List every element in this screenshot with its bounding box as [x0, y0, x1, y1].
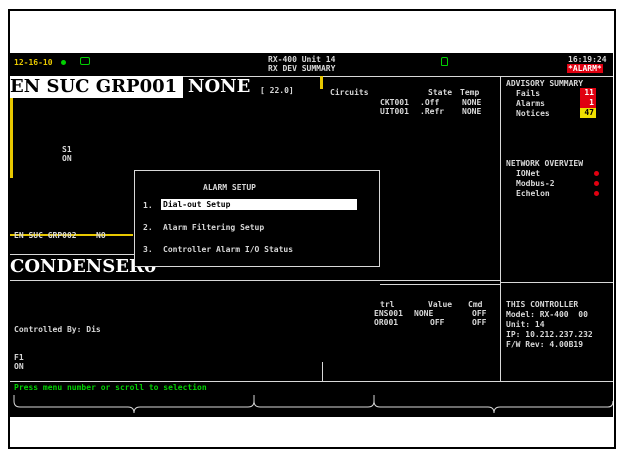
header-date: 12-16-10 — [14, 58, 53, 67]
network-title: NETWORK OVERVIEW — [506, 159, 584, 168]
s1-label[interactable]: S1 — [62, 145, 72, 154]
status-bar-text: Press menu number or scroll to selection — [14, 383, 207, 392]
condenser-header-trl: trl — [380, 300, 395, 309]
dialog-option-label: Dial-out Setup — [163, 200, 231, 209]
controller-unit: Unit: 14 — [506, 320, 545, 329]
controller-ip: IP: 10.212.237.232 — [506, 330, 593, 339]
status-dot-icon — [61, 60, 66, 65]
group2-suffix: NO — [96, 231, 106, 240]
monitor-icon — [80, 57, 90, 65]
condenser-controlled-by: Controlled By: Dis — [14, 325, 101, 334]
advisory-count-badge[interactable]: 47 — [580, 108, 596, 118]
dialog-option-number[interactable]: 1. — [143, 201, 153, 210]
dialog-title: ALARM SETUP — [203, 183, 256, 192]
condenser-bottom-divider — [10, 280, 500, 281]
circuit-temp: NONE — [462, 98, 482, 107]
advisory-count-badge[interactable]: 1 — [580, 98, 596, 108]
controller-model: Model: RX-400 00 — [506, 310, 588, 319]
softkey-outlines — [13, 395, 613, 414]
dialog-option-label[interactable]: Controller Alarm I/O Status — [163, 245, 293, 254]
network-status-dot-icon — [594, 191, 599, 196]
bottom-vertical-divider — [322, 362, 323, 382]
condenser-row-cmd: OFF — [472, 318, 487, 327]
controller-fw: F/W Rev: 4.00B19 — [506, 340, 584, 349]
advisory-label[interactable]: Notices — [516, 109, 550, 118]
header-screen-name: RX DEV SUMMARY — [268, 64, 336, 73]
circuits-header-temp: Temp — [460, 88, 480, 97]
network-item[interactable]: Echelon — [516, 189, 550, 198]
condenser-header-value: Value — [428, 300, 453, 309]
group-name: EN SUC GRP001 — [10, 76, 178, 97]
header-time: 16:19:24 — [568, 55, 607, 64]
circuit-temp: NONE — [462, 107, 482, 116]
alarm-indicator[interactable]: *ALARM* — [567, 64, 603, 73]
advisory-count-badge[interactable]: 11 — [580, 88, 596, 98]
advisory-label[interactable]: Fails — [516, 89, 540, 98]
circuit-state: .Off — [420, 98, 440, 107]
controller-screen: 12-16-10 RX-400 Unit 14 RX DEV SUMMARY 1… — [10, 53, 613, 417]
advisory-title: ADVISORY SUMMARY — [506, 79, 584, 88]
controller-divider — [500, 282, 613, 283]
dialog-option-number[interactable]: 3. — [143, 245, 153, 254]
condenser-row-name[interactable]: ENS001 — [374, 309, 403, 318]
dialog-option-selected[interactable]: Dial-out Setup — [161, 199, 357, 210]
circuits-header-state: State — [428, 88, 453, 97]
group-status: NONE — [188, 76, 251, 97]
advisory-label[interactable]: Alarms — [516, 99, 545, 108]
circuit-name[interactable]: CKT001 — [380, 98, 409, 107]
dialog-option-number[interactable]: 2. — [143, 223, 153, 232]
condenser-header-cmd: Cmd — [468, 300, 483, 309]
group-name-box[interactable]: EN SUC GRP001 — [10, 76, 183, 98]
softkey-bar — [10, 393, 613, 417]
network-item[interactable]: IONet — [516, 169, 540, 178]
network-item[interactable]: Modbus-2 — [516, 179, 555, 188]
group-highlight-bar-right — [320, 76, 323, 89]
f1-label[interactable]: F1 — [14, 353, 24, 362]
condenser-table-divider — [380, 284, 500, 285]
circuits-title: Circuits — [330, 88, 369, 97]
network-status-dot-icon — [594, 171, 599, 176]
condenser-row-value: NONE — [414, 309, 434, 318]
circuit-state: .Refr — [420, 107, 445, 116]
group-highlight-bar-left — [10, 98, 13, 178]
dialog-option-label[interactable]: Alarm Filtering Setup — [163, 223, 264, 232]
controller-title: THIS CONTROLLER — [506, 300, 579, 309]
group2-name[interactable]: EN SUC GRP002 — [14, 231, 77, 240]
lock-icon — [441, 57, 448, 66]
circuit-name[interactable]: UIT001 — [380, 107, 409, 116]
network-status-dot-icon — [594, 181, 599, 186]
f1-state: ON — [14, 362, 24, 371]
alarm-setup-dialog: ALARM SETUP 1. Dial-out Setup 2. Alarm F… — [134, 170, 380, 267]
group-value: [ 22.0] — [260, 86, 294, 95]
s1-state: ON — [62, 154, 72, 163]
condenser-divider — [10, 254, 134, 255]
header-unit-title: RX-400 Unit 14 — [268, 55, 336, 64]
status-top-divider — [10, 381, 613, 382]
right-column-divider — [500, 76, 501, 382]
condenser-row-cmd: OFF — [472, 309, 487, 318]
condenser-row-name[interactable]: OR001 — [374, 318, 398, 327]
condenser-row-value: OFF — [430, 318, 445, 327]
